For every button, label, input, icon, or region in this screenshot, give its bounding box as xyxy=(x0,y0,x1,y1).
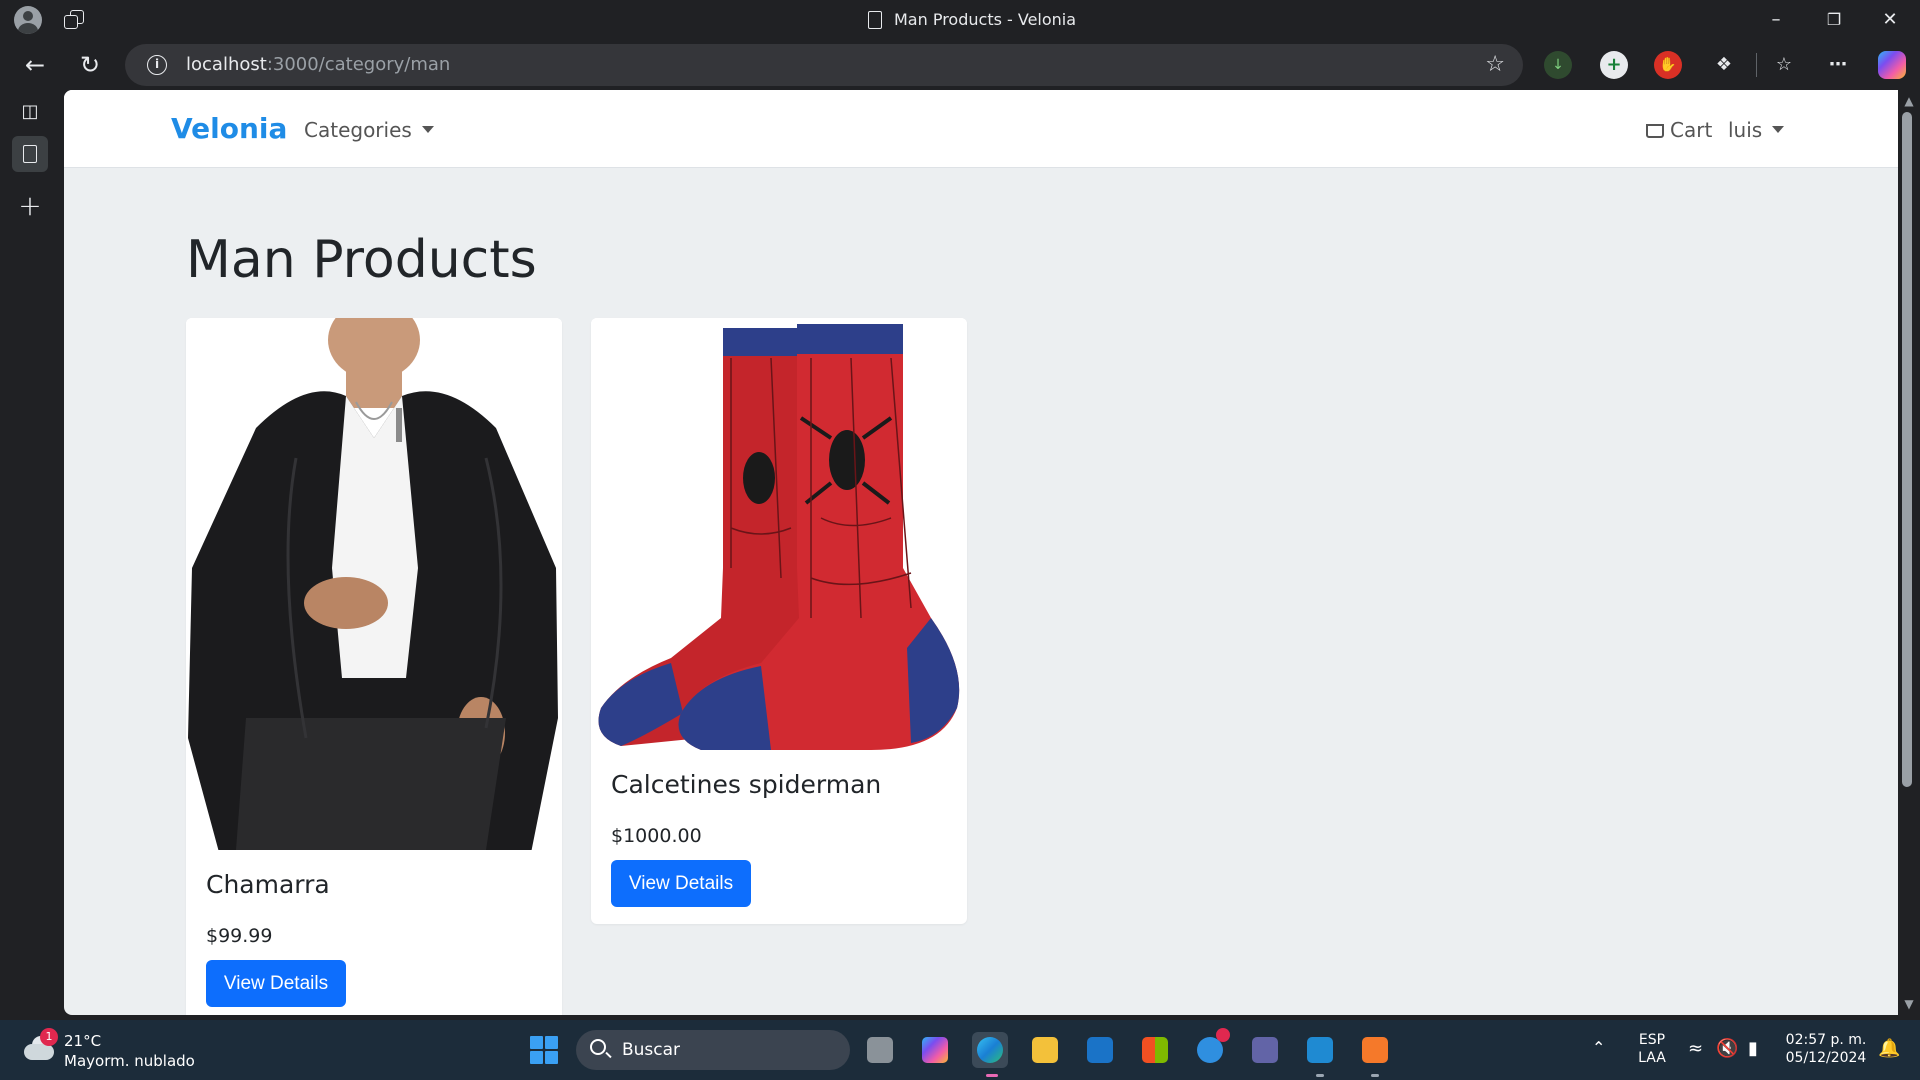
language-code: ESP xyxy=(1638,1032,1666,1048)
reload-button[interactable]: ↻ xyxy=(73,49,107,83)
product-card: Chamarra $99.99 View Details xyxy=(186,318,562,1015)
xampp-icon[interactable] xyxy=(1357,1032,1393,1068)
tab-actions-icon[interactable]: ◫ xyxy=(12,94,48,130)
scrollbar-thumb[interactable] xyxy=(1902,112,1912,787)
extension-add-icon[interactable]: + xyxy=(1600,51,1628,79)
active-tab-page-icon[interactable] xyxy=(12,136,48,172)
browser-title-bar: Man Products - Velonia – ❐ ✕ xyxy=(0,0,1920,40)
window-title-text: Man Products - Velonia xyxy=(894,10,1077,29)
toolbar-separator xyxy=(1756,53,1757,77)
vertical-tab-strip: ◫ + xyxy=(0,90,64,1020)
back-button[interactable]: ← xyxy=(18,49,52,83)
categories-dropdown[interactable]: Categories xyxy=(304,118,434,142)
tray-overflow-chevron-icon[interactable]: ⌃ xyxy=(1592,1038,1605,1057)
favorite-star-icon[interactable]: ☆ xyxy=(1485,52,1505,77)
language-indicator[interactable]: ESP LAA xyxy=(1632,1032,1672,1066)
cart-link[interactable]: Cart xyxy=(1646,118,1712,142)
page-icon xyxy=(868,11,882,29)
url-host: localhost xyxy=(186,54,267,75)
product-price: $99.99 xyxy=(206,925,273,947)
product-card: Calcetines spiderman $1000.00 View Detai… xyxy=(591,318,967,924)
extension-hand-icon[interactable]: ✋ xyxy=(1654,51,1682,79)
windows-taskbar: 1 21°C Mayorm. nublado Buscar ⌃ ESP LAA … xyxy=(0,1020,1920,1080)
copilot-app-icon[interactable] xyxy=(917,1032,953,1068)
copilot-icon[interactable] xyxy=(1878,51,1906,79)
teams-icon[interactable] xyxy=(1247,1032,1283,1068)
cart-label: Cart xyxy=(1670,118,1713,142)
vscode-running-indicator xyxy=(1316,1074,1324,1077)
categories-label: Categories xyxy=(304,118,412,142)
minimize-button[interactable]: – xyxy=(1748,0,1804,40)
web-page: Velonia Categories Cart luis Man Product… xyxy=(64,90,1898,1015)
battery-icon[interactable]: ▮ xyxy=(1748,1038,1758,1059)
extensions-puzzle-icon[interactable]: ❖ xyxy=(1710,51,1738,79)
more-menu-icon[interactable]: ⋯ xyxy=(1824,51,1852,79)
close-window-button[interactable]: ✕ xyxy=(1862,0,1918,40)
url-path: :3000/category/man xyxy=(266,54,451,75)
search-icon xyxy=(590,1039,606,1055)
product-name: Calcetines spiderman xyxy=(611,770,882,799)
search-placeholder: Buscar xyxy=(622,1040,681,1060)
site-navbar: Velonia Categories Cart luis xyxy=(64,90,1898,168)
xampp-running-indicator xyxy=(1371,1074,1379,1077)
windows-start-icon[interactable] xyxy=(530,1036,558,1064)
chevron-down-icon xyxy=(421,126,434,133)
file-explorer-icon[interactable] xyxy=(1027,1032,1063,1068)
microsoft-store-icon[interactable] xyxy=(1137,1032,1173,1068)
brand-logo[interactable]: Velonia xyxy=(171,112,287,145)
product-image-jacket[interactable] xyxy=(186,318,562,850)
workspaces-icon[interactable] xyxy=(64,10,86,30)
clock[interactable]: 02:57 p. m. 05/12/2024 xyxy=(1780,1032,1872,1066)
edge-browser-icon[interactable] xyxy=(972,1032,1008,1068)
taskbar-search-box[interactable]: Buscar xyxy=(576,1030,850,1070)
edge-active-indicator xyxy=(986,1074,998,1077)
product-image-socks[interactable] xyxy=(591,318,967,750)
cart-icon xyxy=(1646,124,1664,138)
clock-date: 05/12/2024 xyxy=(1785,1050,1867,1066)
scroll-down-arrow-icon[interactable]: ▼ xyxy=(1898,995,1920,1013)
browser-toolbar: ← ↻ i localhost:3000/category/man ☆ ↓ + … xyxy=(0,40,1920,90)
new-tab-icon[interactable]: + xyxy=(12,188,48,224)
volume-muted-icon[interactable]: 🔇 xyxy=(1716,1038,1738,1059)
page-title: Man Products xyxy=(186,230,537,290)
weather-badge: 1 xyxy=(40,1028,58,1046)
outlook-icon[interactable] xyxy=(1082,1032,1118,1068)
scroll-up-arrow-icon[interactable]: ▲ xyxy=(1898,92,1920,110)
user-label: luis xyxy=(1728,118,1763,142)
weather-temperature[interactable]: 21°C xyxy=(64,1032,101,1050)
wifi-icon[interactable]: ≈ xyxy=(1688,1038,1703,1059)
keyboard-layout: LAA xyxy=(1638,1050,1666,1066)
chevron-down-icon xyxy=(1772,126,1785,133)
window-title: Man Products - Velonia xyxy=(868,0,1076,40)
notifications-bell-icon[interactable]: 🔔 xyxy=(1878,1038,1900,1059)
site-info-icon[interactable]: i xyxy=(147,55,167,75)
vscode-icon[interactable] xyxy=(1302,1032,1338,1068)
product-price: $1000.00 xyxy=(611,825,702,847)
address-url[interactable]: localhost:3000/category/man xyxy=(186,44,450,86)
user-dropdown[interactable]: luis xyxy=(1728,118,1785,142)
restore-button[interactable]: ❐ xyxy=(1806,0,1862,40)
view-details-button[interactable]: View Details xyxy=(206,960,346,1007)
product-name: Chamarra xyxy=(206,870,330,899)
task-view-icon[interactable] xyxy=(862,1032,898,1068)
extension-download-icon[interactable]: ↓ xyxy=(1544,51,1572,79)
favorites-icon[interactable]: ☆ xyxy=(1770,51,1798,79)
weather-description[interactable]: Mayorm. nublado xyxy=(64,1052,195,1070)
profile-avatar-icon[interactable] xyxy=(14,6,42,34)
address-bar[interactable]: i localhost:3000/category/man ☆ xyxy=(125,44,1523,86)
clock-time: 02:57 p. m. xyxy=(1785,1032,1867,1048)
help-app-icon[interactable] xyxy=(1192,1028,1230,1068)
view-details-button[interactable]: View Details xyxy=(611,860,751,907)
